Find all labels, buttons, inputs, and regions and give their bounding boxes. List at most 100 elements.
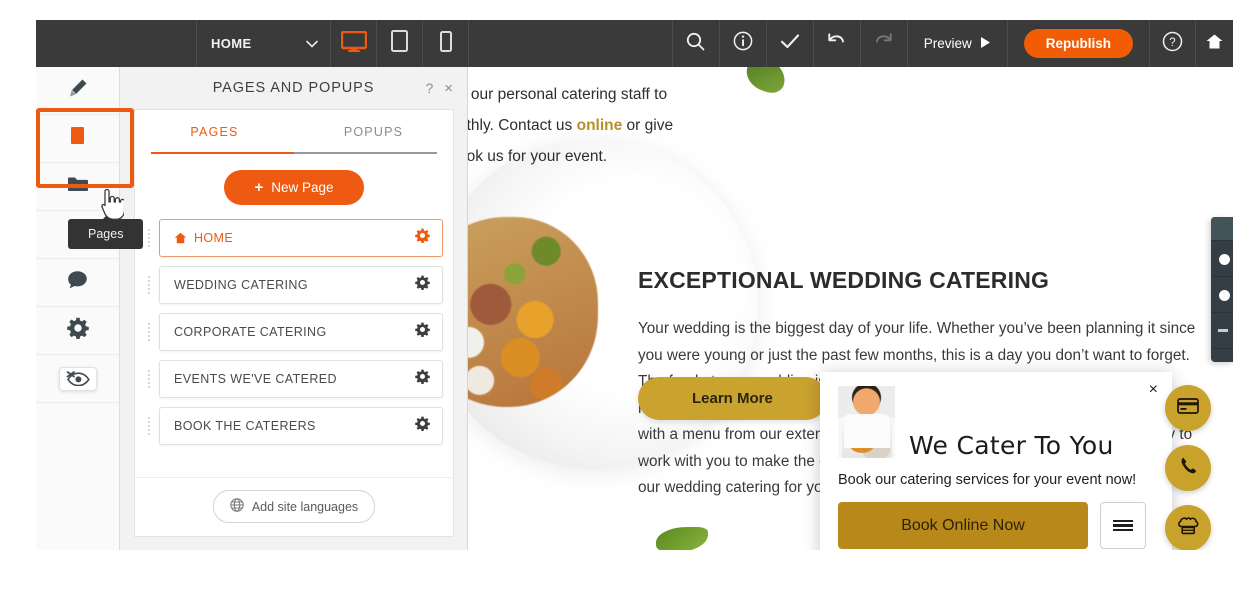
list-item: HOME	[145, 219, 443, 257]
drag-handle-icon[interactable]	[145, 370, 153, 388]
question-circle-icon: ?	[1162, 31, 1183, 57]
list-item: CORPORATE CATERING	[145, 313, 443, 351]
panel-help-icon[interactable]: ?	[425, 80, 433, 96]
sidebar-item-hidden-elements[interactable]	[36, 355, 119, 403]
edge-widget-item-1[interactable]	[1211, 241, 1233, 277]
tabs-underline	[151, 152, 437, 154]
page-item-label: HOME	[194, 231, 234, 245]
search-button[interactable]	[671, 20, 719, 67]
gear-icon[interactable]	[415, 416, 430, 436]
tab-pages[interactable]: PAGES	[135, 110, 294, 154]
chef-hat-icon	[1177, 516, 1199, 541]
book-online-now-button[interactable]: Book Online Now	[838, 502, 1088, 549]
screenshot-root: HOME Preview Republish ? n our personal …	[0, 0, 1233, 599]
sidebar-item-pages[interactable]	[36, 115, 119, 163]
intro-line-2: othly. Contact us online or give	[468, 117, 674, 134]
page-selector[interactable]: HOME	[196, 20, 331, 67]
site-home-button[interactable]	[1195, 20, 1233, 67]
fab-call[interactable]	[1165, 445, 1211, 491]
page-item-wedding-catering[interactable]: WEDDING CATERING	[159, 266, 443, 304]
plus-icon: +	[254, 179, 264, 196]
page-title: EXCEPTIONAL WEDDING CATERING	[638, 267, 1050, 293]
top-toolbar: HOME Preview Republish ?	[36, 20, 1233, 67]
edge-widget-item-2[interactable]	[1211, 277, 1233, 313]
gear-icon	[66, 317, 89, 344]
tablet-icon	[391, 30, 408, 57]
preview-label: Preview	[923, 36, 972, 51]
page-item-label: EVENTS WE'VE CATERED	[174, 372, 337, 386]
hamburger-menu-icon	[1113, 517, 1133, 533]
info-button[interactable]	[718, 20, 766, 67]
intro-line-1: n our personal catering staff to	[468, 86, 668, 103]
edge-widget-item-3[interactable]	[1211, 313, 1233, 349]
toolbar-middle-spacer	[469, 20, 672, 67]
fab-menu[interactable]	[1165, 505, 1211, 550]
popup-menu-button[interactable]	[1100, 502, 1146, 549]
device-tablet-button[interactable]	[377, 20, 423, 67]
list-item: BOOK THE CATERERS	[145, 407, 443, 445]
drag-handle-icon[interactable]	[145, 276, 153, 294]
chat-bubble-icon	[67, 270, 88, 295]
popup-close-button[interactable]: ×	[1149, 382, 1158, 398]
redo-button[interactable]	[859, 20, 907, 67]
add-site-languages-button[interactable]: Add site languages	[212, 490, 376, 523]
credit-card-icon	[1177, 397, 1199, 419]
drag-handle-icon[interactable]	[145, 229, 153, 247]
sidebar-item-chat[interactable]	[36, 259, 119, 307]
panel-tabs: PAGES POPUPS	[135, 110, 453, 154]
gear-icon[interactable]	[415, 322, 430, 342]
online-link[interactable]: online	[577, 117, 623, 134]
brush-icon	[67, 77, 89, 104]
list-item: EVENTS WE'VE CATERED	[145, 360, 443, 398]
page-selector-label: HOME	[211, 36, 252, 51]
folder-icon	[67, 175, 89, 198]
tab-popups[interactable]: POPUPS	[294, 110, 453, 154]
popup-title: We Cater To You	[909, 431, 1114, 460]
globe-icon	[230, 498, 244, 515]
page-item-events-weve-catered[interactable]: EVENTS WE'VE CATERED	[159, 360, 443, 398]
sidebar-item-design[interactable]	[36, 67, 119, 115]
check-icon	[780, 33, 800, 55]
popup-subtitle: Book our catering services for your even…	[838, 472, 1137, 488]
page-item-book-the-caterers[interactable]: BOOK THE CATERERS	[159, 407, 443, 445]
new-page-row: + New Page	[135, 154, 453, 219]
device-mobile-button[interactable]	[423, 20, 469, 67]
panel-header: PAGES AND POPUPS ? ×	[120, 67, 467, 109]
phone-icon	[1179, 456, 1198, 480]
preview-button[interactable]: Preview	[906, 20, 1007, 67]
page-item-home[interactable]: HOME	[159, 219, 443, 257]
panel-card: PAGES POPUPS + New Page HOME WEDDING CAT…	[134, 109, 454, 537]
pages-and-popups-panel: PAGES AND POPUPS ? × PAGES POPUPS + New …	[120, 67, 468, 550]
device-desktop-button[interactable]	[331, 20, 377, 67]
panel-footer: Add site languages	[134, 477, 454, 537]
fab-payments[interactable]	[1165, 385, 1211, 431]
republish-button[interactable]: Republish	[1023, 29, 1133, 58]
drag-handle-icon[interactable]	[145, 323, 153, 341]
page-item-label: BOOK THE CATERERS	[174, 419, 316, 433]
new-page-button[interactable]: + New Page	[224, 170, 364, 205]
undo-button[interactable]	[812, 20, 860, 67]
info-circle-icon	[733, 31, 753, 56]
site-intro-paragraph: n our personal catering staff to othly. …	[468, 79, 708, 172]
edge-widget-partial[interactable]	[1211, 217, 1233, 362]
decor-leaf-top	[742, 67, 790, 97]
page-item-corporate-catering[interactable]: CORPORATE CATERING	[159, 313, 443, 351]
approve-button[interactable]	[765, 20, 813, 67]
panel-close-icon[interactable]: ×	[444, 81, 453, 96]
gear-icon[interactable]	[415, 369, 430, 389]
gear-icon[interactable]	[415, 275, 430, 295]
learn-more-button[interactable]: Learn More	[638, 377, 827, 420]
search-icon	[686, 32, 705, 56]
mobile-icon	[439, 30, 452, 57]
we-cater-popup: × We Cater To You Book our catering serv…	[820, 372, 1172, 550]
drag-handle-icon[interactable]	[145, 417, 153, 435]
republish-area: Republish	[1006, 20, 1149, 67]
sidebar-item-settings[interactable]	[36, 307, 119, 355]
edge-widget-header	[1211, 217, 1233, 241]
help-button[interactable]: ?	[1149, 20, 1195, 67]
home-icon	[1205, 33, 1224, 55]
gear-icon[interactable]	[415, 228, 430, 248]
site-canvas: n our personal catering staff to othly. …	[468, 67, 1233, 550]
site-editor-window: HOME Preview Republish ? n our personal …	[36, 20, 1233, 550]
new-page-label: New Page	[271, 180, 334, 195]
